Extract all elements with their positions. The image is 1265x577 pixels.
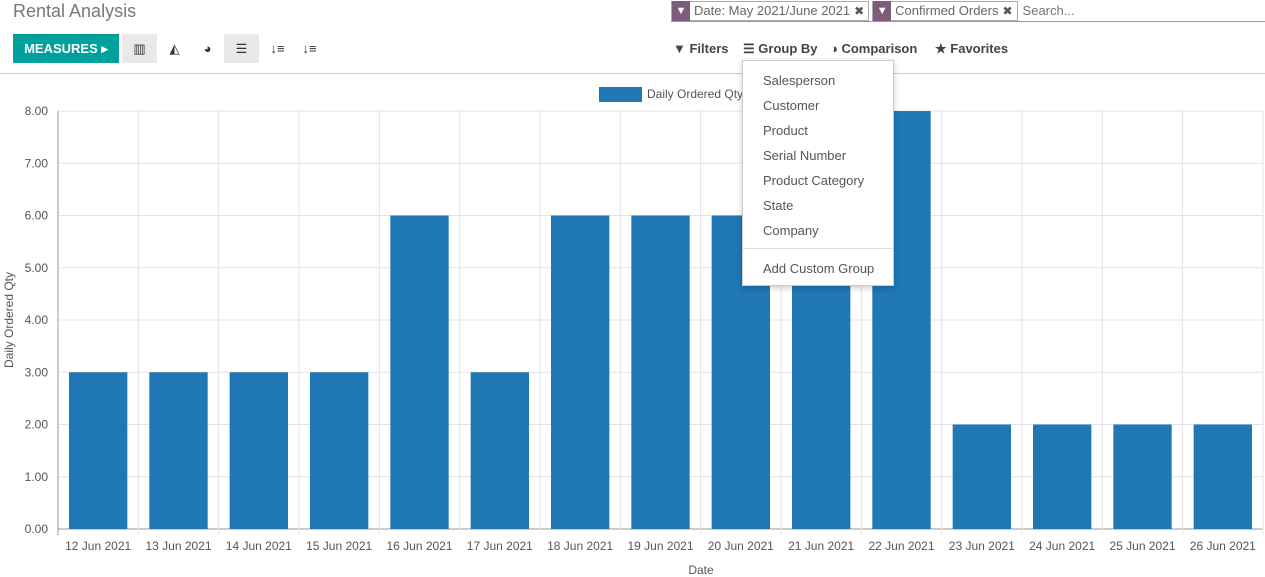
bar xyxy=(1033,424,1092,529)
y-axis-label: Daily Ordered Qty xyxy=(2,272,16,368)
x-tick-label: 18 Jun 2021 xyxy=(547,539,613,553)
group-by-product[interactable]: Product xyxy=(763,123,808,138)
bar xyxy=(149,372,208,529)
y-tick-label: 0.00 xyxy=(25,522,49,536)
x-tick-label: 15 Jun 2021 xyxy=(306,539,372,553)
x-tick-label: 19 Jun 2021 xyxy=(627,539,693,553)
y-tick-label: 8.00 xyxy=(25,104,49,118)
bar-chart: 0.00 1.00 2.00 3.00 4.00 5.00 6.00 7.00 8.00 12 J… xyxy=(2,87,1264,577)
bar xyxy=(1113,424,1172,529)
group-by-company[interactable]: Company xyxy=(763,223,819,238)
add-custom-group[interactable]: Add Custom Group xyxy=(763,261,874,276)
bar xyxy=(631,215,690,529)
y-tick-label: 6.00 xyxy=(25,209,49,223)
group-by-dropdown: Salesperson Customer Product Serial Numb… xyxy=(742,60,894,286)
menu-divider xyxy=(743,248,893,249)
legend-swatch xyxy=(599,87,642,102)
x-tick-label: 21 Jun 2021 xyxy=(788,539,854,553)
x-tick-label: 12 Jun 2021 xyxy=(65,539,131,553)
bar xyxy=(952,424,1011,529)
legend-label: Daily Ordered Qty xyxy=(647,87,743,101)
y-tick-label: 1.00 xyxy=(25,470,49,484)
x-tick-label: 17 Jun 2021 xyxy=(467,539,533,553)
y-tick-label: 7.00 xyxy=(25,156,49,170)
group-by-customer[interactable]: Customer xyxy=(763,98,819,113)
bar xyxy=(69,372,128,529)
bar xyxy=(1193,424,1252,529)
y-tick-label: 4.00 xyxy=(25,313,49,327)
x-tick-label: 14 Jun 2021 xyxy=(226,539,292,553)
group-by-serial-number[interactable]: Serial Number xyxy=(763,148,846,163)
y-tick-label: 3.00 xyxy=(25,365,49,379)
x-tick-label: 16 Jun 2021 xyxy=(386,539,452,553)
bar xyxy=(470,372,529,529)
group-by-salesperson[interactable]: Salesperson xyxy=(763,73,835,88)
x-tick-label: 23 Jun 2021 xyxy=(949,539,1015,553)
y-tick-label: 5.00 xyxy=(25,261,49,275)
x-axis-label: Date xyxy=(688,563,714,577)
x-tick-label: 25 Jun 2021 xyxy=(1109,539,1175,553)
bar xyxy=(229,372,288,529)
x-tick-label: 13 Jun 2021 xyxy=(145,539,211,553)
y-tick-label: 2.00 xyxy=(25,418,49,432)
x-tick-label: 22 Jun 2021 xyxy=(868,539,934,553)
group-by-product-category[interactable]: Product Category xyxy=(763,173,864,188)
x-tick-label: 20 Jun 2021 xyxy=(708,539,774,553)
x-tick-label: 26 Jun 2021 xyxy=(1190,539,1256,553)
bar xyxy=(310,372,369,529)
x-tick-label: 24 Jun 2021 xyxy=(1029,539,1095,553)
group-by-state[interactable]: State xyxy=(763,198,793,213)
bar xyxy=(390,215,449,529)
bar xyxy=(551,215,610,529)
